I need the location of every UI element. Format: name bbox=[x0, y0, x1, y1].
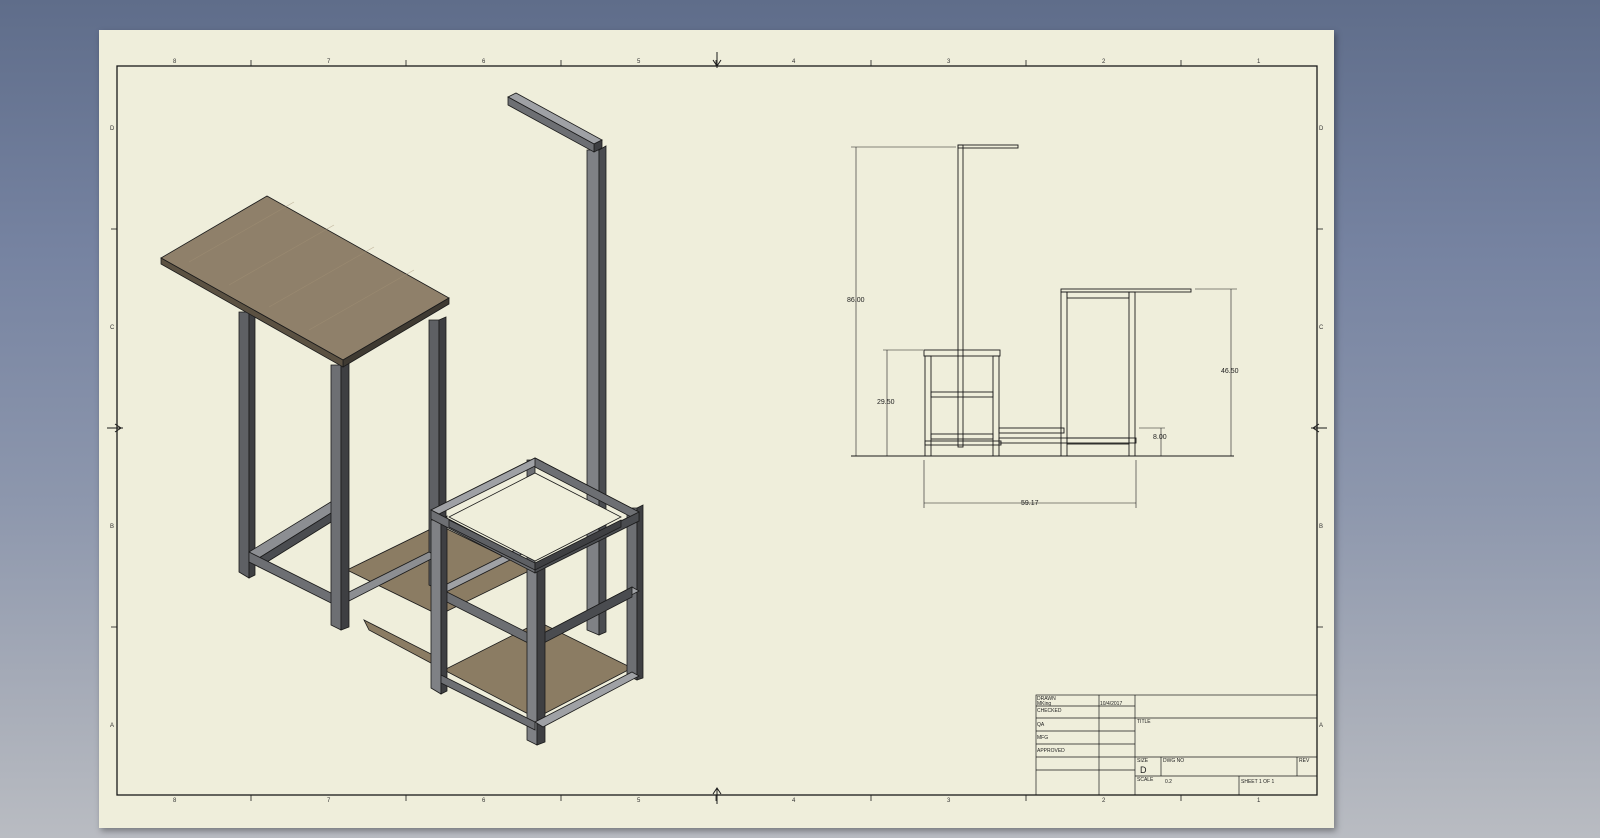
title-block-qa-label: QA bbox=[1037, 722, 1045, 728]
title-block-size-label: SIZE bbox=[1137, 758, 1149, 764]
zone-label: 8 bbox=[173, 59, 177, 65]
title-block-sheet: SHEET 1 OF 1 bbox=[1241, 779, 1274, 785]
zone-label: D bbox=[110, 126, 115, 132]
zone-label: 2 bbox=[1102, 59, 1106, 65]
drawing-canvas: 8 7 6 5 4 3 2 1 8 7 6 5 4 3 2 1 D C B A … bbox=[107, 52, 1327, 804]
zone-label: 4 bbox=[792, 59, 796, 65]
zone-label: 8 bbox=[173, 798, 177, 804]
zone-label: B bbox=[1319, 524, 1323, 530]
title-block-scale-value: 0.2 bbox=[1165, 779, 1172, 785]
zone-label: 2 bbox=[1102, 798, 1106, 804]
dimension-overall-height: 86.00 bbox=[847, 297, 865, 304]
isometric-view bbox=[160, 92, 644, 746]
title-block-dwg-no-label: DWG NO bbox=[1163, 758, 1184, 764]
dimension-rail-height: 8.00 bbox=[1153, 434, 1167, 441]
title-block-drawn-by: MKing bbox=[1037, 701, 1051, 707]
zone-label: 5 bbox=[637, 59, 641, 65]
zone-label: 1 bbox=[1257, 59, 1261, 65]
zone-label: A bbox=[1319, 723, 1323, 729]
zone-label: 1 bbox=[1257, 798, 1261, 804]
title-block bbox=[1035, 694, 1318, 796]
sheet-border bbox=[116, 65, 1318, 796]
title-block-drawn-date: 10/4/2017 bbox=[1100, 701, 1122, 707]
zone-label: C bbox=[110, 325, 115, 331]
zone-label: 3 bbox=[947, 798, 951, 804]
zone-label: D bbox=[1319, 126, 1324, 132]
zone-label: 3 bbox=[947, 59, 951, 65]
dimension-desk-height: 46.50 bbox=[1221, 368, 1239, 375]
zone-label: 4 bbox=[792, 798, 796, 804]
side-view bbox=[851, 144, 1234, 457]
zone-label: 6 bbox=[482, 798, 486, 804]
dimension-seat-height: 29.50 bbox=[877, 399, 895, 406]
drawing-sheet: 8 7 6 5 4 3 2 1 8 7 6 5 4 3 2 1 D C B A … bbox=[99, 30, 1334, 828]
dimension-lines bbox=[851, 146, 1237, 508]
title-block-title-label: TITLE bbox=[1137, 719, 1151, 725]
title-block-mfg-label: MFG bbox=[1037, 735, 1048, 741]
zone-label: 7 bbox=[327, 798, 331, 804]
title-block-size-value: D bbox=[1140, 765, 1147, 775]
zone-label: 6 bbox=[482, 59, 486, 65]
title-block-scale-label: SCALE bbox=[1137, 777, 1154, 783]
title-block-checked-label: CHECKED bbox=[1037, 708, 1062, 714]
title-block-approved-label: APPROVED bbox=[1037, 748, 1065, 754]
title-block-rev-label: REV bbox=[1299, 758, 1310, 764]
zone-label: A bbox=[110, 723, 114, 729]
zone-label: 7 bbox=[327, 59, 331, 65]
dimension-overall-width: 59.17 bbox=[1021, 500, 1039, 507]
zone-label: C bbox=[1319, 325, 1324, 331]
zone-label: 5 bbox=[637, 798, 641, 804]
zone-label: B bbox=[110, 524, 114, 530]
top-zone-ticks bbox=[111, 60, 1323, 801]
drawing-viewer: 8 7 6 5 4 3 2 1 8 7 6 5 4 3 2 1 D C B A … bbox=[0, 0, 1600, 838]
